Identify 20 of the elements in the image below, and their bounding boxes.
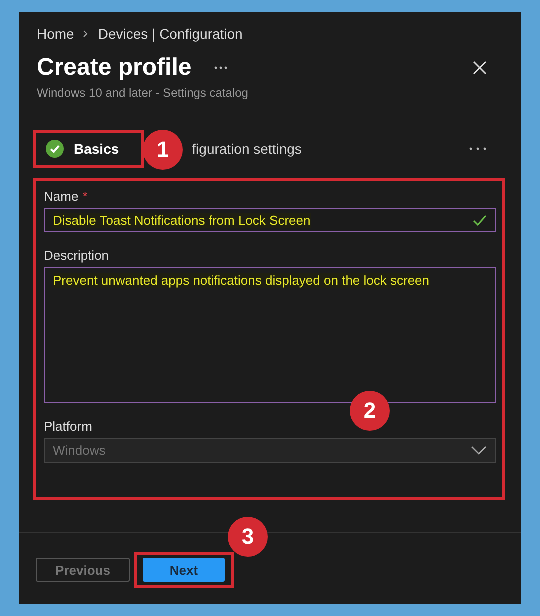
field-label: Description <box>44 248 110 263</box>
wizard-step[interactable]: Basics <box>33 130 144 168</box>
chevron-icon <box>82 30 90 38</box>
callout-badge: 1 <box>143 130 183 170</box>
name-field[interactable]: Disable Toast Notifications from Lock Screen <box>44 208 496 232</box>
callout-badge: 3 <box>228 517 268 557</box>
field-label: Platform <box>44 419 94 434</box>
field-label: Name * <box>44 189 89 204</box>
wizard-step[interactable]: figuration settings <box>192 141 302 157</box>
callout-badge: 2 <box>350 391 390 431</box>
breadcrumb-link[interactable]: Devices | Configuration <box>98 26 243 42</box>
breadcrumb-link[interactable]: Home <box>37 26 74 42</box>
page-title: Create profile <box>37 54 192 82</box>
more-icon[interactable] <box>469 147 487 151</box>
subtitle: Windows 10 and later - Settings catalog <box>37 86 250 100</box>
close-icon[interactable] <box>473 61 487 75</box>
description-field[interactable]: Prevent unwanted apps notifications displayed on the lock screen <box>44 267 496 403</box>
more-icon[interactable] <box>214 66 228 70</box>
next-button[interactable]: Next <box>143 558 225 582</box>
chevron-down-icon <box>471 446 487 455</box>
